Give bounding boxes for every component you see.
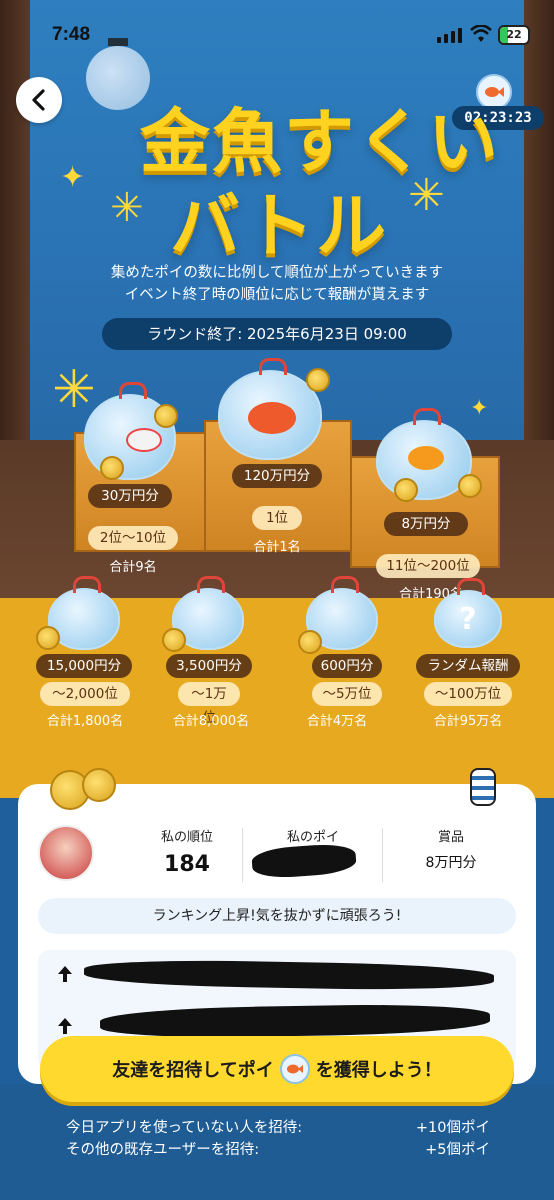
divider	[242, 828, 243, 882]
description-line-1: 集めたポイの数に比例して順位が上がっていきます	[110, 265, 444, 281]
first-prize: 120万円分	[232, 464, 322, 488]
second-prize: 30万円分	[88, 484, 172, 508]
third-rank: 11位〜200位	[376, 554, 480, 578]
tier-4-count: 合計95万名	[433, 714, 503, 729]
avatar	[38, 825, 94, 881]
back-icon	[32, 89, 45, 111]
my-prize-value: 8万円分	[425, 855, 477, 871]
sparkle-icon: ✳	[110, 185, 144, 231]
goldfish-icon	[408, 446, 444, 470]
sparkle-icon: ✳	[408, 170, 445, 221]
tier-4-rank: 〜100万位	[424, 682, 512, 706]
poi-icon	[279, 1054, 310, 1084]
wifi-icon	[470, 25, 492, 42]
tier-4-prize: ランダム報酬	[416, 654, 520, 678]
second-rank: 2位〜10位	[88, 526, 178, 550]
coin-icon	[100, 456, 124, 480]
coin-icon	[36, 626, 60, 650]
coin-icon	[458, 474, 482, 498]
status-time: 7:48	[52, 24, 91, 45]
title-line-2: バトル	[170, 185, 389, 267]
third-prize: 8万円分	[384, 512, 468, 536]
coin-icon	[298, 630, 322, 654]
first-count: 合計1名	[253, 540, 301, 555]
goldfish-icon	[126, 428, 162, 452]
sparkle-icon: ✳	[52, 360, 96, 420]
my-prize-label: 賞品	[437, 830, 464, 845]
tier-2-rank: 〜1万位	[178, 682, 240, 726]
signal-icon	[437, 28, 462, 43]
invite-label-left: 友達を招待してポイ	[112, 1060, 274, 1081]
sparkle-icon: ✦	[60, 160, 86, 195]
invite-label-right: を獲得しよう！	[315, 1060, 442, 1081]
tier-3-prize: 600円分	[312, 654, 382, 678]
my-rank-label: 私の順位	[160, 830, 213, 845]
reward-row: 今日アプリを使っていない人を招待: +10個ポイ	[66, 1116, 490, 1137]
status-bar: 7:48 22	[0, 0, 554, 70]
tier-2-prize: 3,500円分	[166, 654, 252, 678]
first-rank: 1位	[252, 506, 302, 530]
tier-1-count: 合計1,800名	[46, 714, 124, 729]
tier-3-count: 合計4万名	[306, 714, 368, 729]
arrow-up-icon	[58, 966, 72, 982]
mystery-bag-icon: ?	[434, 578, 502, 648]
reward-value: +10個ポイ	[415, 1120, 490, 1136]
coin-icon	[394, 478, 418, 502]
coin-icon	[154, 404, 178, 428]
coin-icon	[82, 768, 116, 802]
my-poi-label: 私のポイ	[286, 830, 339, 845]
divider	[382, 828, 383, 882]
tier-1-rank: 〜2,000位	[40, 682, 130, 706]
goldfish-icon	[248, 402, 296, 434]
my-rank-value: 184	[164, 852, 210, 877]
sparkle-icon: ✦	[470, 396, 489, 421]
reward-label: その他の既存ユーザーを招待:	[66, 1142, 260, 1158]
battery-level: 22	[506, 28, 522, 41]
arrow-up-icon	[58, 1018, 72, 1034]
event-description: 集めたポイの数に比例して順位が上がっていきます イベント終了時の順位に応じて報酬…	[0, 262, 554, 306]
coin-icon	[162, 628, 186, 652]
reward-value: +5個ポイ	[425, 1142, 490, 1158]
tier-2-count: 合計8,000名	[172, 714, 250, 729]
tier-1-prize: 15,000円分	[36, 654, 132, 678]
lantern-icon	[470, 768, 496, 806]
invite-friends-button[interactable]: 友達を招待してポイ を獲得しよう！	[40, 1036, 514, 1102]
round-end-badge: ラウンド終了: 2025年6月23日 09:00	[102, 318, 452, 350]
coin-icon	[306, 368, 330, 392]
second-count: 合計9名	[109, 560, 157, 575]
back-button[interactable]	[16, 77, 62, 123]
encourage-banner: ランキング上昇!気を抜かずに頑張ろう!	[38, 898, 516, 934]
description-line-2: イベント終了時の順位に応じて報酬が貰えます	[124, 287, 430, 303]
tier-3-rank: 〜5万位	[312, 682, 382, 706]
reward-label: 今日アプリを使っていない人を招待:	[66, 1120, 303, 1136]
reward-row: その他の既存ユーザーを招待: +5個ポイ	[66, 1138, 490, 1159]
battery-icon: 22	[498, 25, 530, 45]
